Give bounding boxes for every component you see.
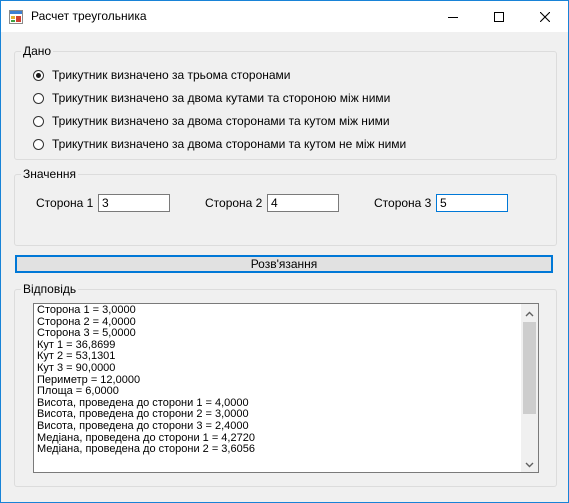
minimize-button[interactable] (430, 1, 476, 32)
list-item[interactable]: Сторона 1 = 3,0000 (37, 304, 521, 317)
side-3-label: Сторона 3 (374, 196, 432, 210)
radio-two-sides-angle-not-between[interactable]: Трикутник визначено за двома сторонами т… (33, 136, 406, 152)
list-item[interactable]: Площа = 6,0000 (37, 386, 521, 398)
window-title: Расчет треугольника (31, 9, 147, 23)
side-3-input[interactable]: 5 (436, 194, 508, 212)
list-item[interactable]: Медіана, проведена до сторони 2 = 3,6056 (37, 444, 521, 456)
radio-button[interactable] (33, 115, 44, 127)
vertical-scrollbar[interactable] (521, 304, 538, 472)
scroll-down-arrow-icon (525, 457, 534, 471)
given-group-label: Дано (21, 44, 54, 58)
radio-button-checked[interactable] (33, 69, 44, 81)
title-bar[interactable]: Расчет треугольника (1, 1, 568, 32)
answer-group-label: Відповідь (21, 282, 79, 296)
scroll-down-button[interactable] (521, 455, 538, 472)
radio-button[interactable] (33, 92, 44, 104)
app-window: Расчет треугольника Дано Трикутник визна… (0, 0, 569, 503)
scroll-up-arrow-icon (525, 306, 534, 320)
values-groupbox: Значення Сторона 1 3 Сторона 2 4 Сторона… (14, 167, 557, 246)
answer-listbox[interactable]: Сторона 1 = 3,0000 Сторона 2 = 4,0000 Ст… (33, 303, 539, 473)
list-item[interactable]: Кут 3 = 90,0000 (37, 362, 521, 375)
radio-two-sides-angle-between[interactable]: Трикутник визначено за двома сторонами т… (33, 113, 390, 129)
side-2-input[interactable]: 4 (267, 194, 339, 212)
radio-label: Трикутник визначено за двома сторонами т… (52, 137, 407, 151)
close-icon (540, 11, 550, 22)
radio-label: Трикутник визначено за двома кутами та с… (52, 91, 391, 105)
solve-button[interactable]: Розв'язання (15, 255, 553, 273)
minimize-icon (448, 12, 458, 22)
side-1-input[interactable]: 3 (98, 194, 170, 212)
radio-three-sides[interactable]: Трикутник визначено за трьома сторонами (33, 67, 291, 83)
radio-button[interactable] (33, 138, 44, 150)
close-button[interactable] (522, 1, 568, 32)
side-2-label: Сторона 2 (205, 196, 263, 210)
app-icon (9, 10, 23, 24)
maximize-icon (494, 11, 504, 22)
side-1-label: Сторона 1 (36, 196, 94, 210)
values-group-label: Значення (21, 167, 78, 181)
list-item[interactable]: Висота, проведена до сторони 3 = 2,4000 (37, 420, 521, 433)
radio-label: Трикутник визначено за трьома сторонами (52, 68, 291, 82)
scroll-thumb[interactable] (523, 322, 536, 414)
scroll-up-button[interactable] (521, 304, 538, 321)
answer-lines: Сторона 1 = 3,0000 Сторона 2 = 4,0000 Ст… (37, 304, 521, 456)
radio-label: Трикутник визначено за двома сторонами т… (52, 114, 390, 128)
maximize-button[interactable] (476, 1, 522, 32)
radio-two-angles-side-between[interactable]: Трикутник визначено за двома кутами та с… (33, 90, 390, 106)
given-groupbox: Дано Трикутник визначено за трьома сторо… (14, 44, 557, 160)
